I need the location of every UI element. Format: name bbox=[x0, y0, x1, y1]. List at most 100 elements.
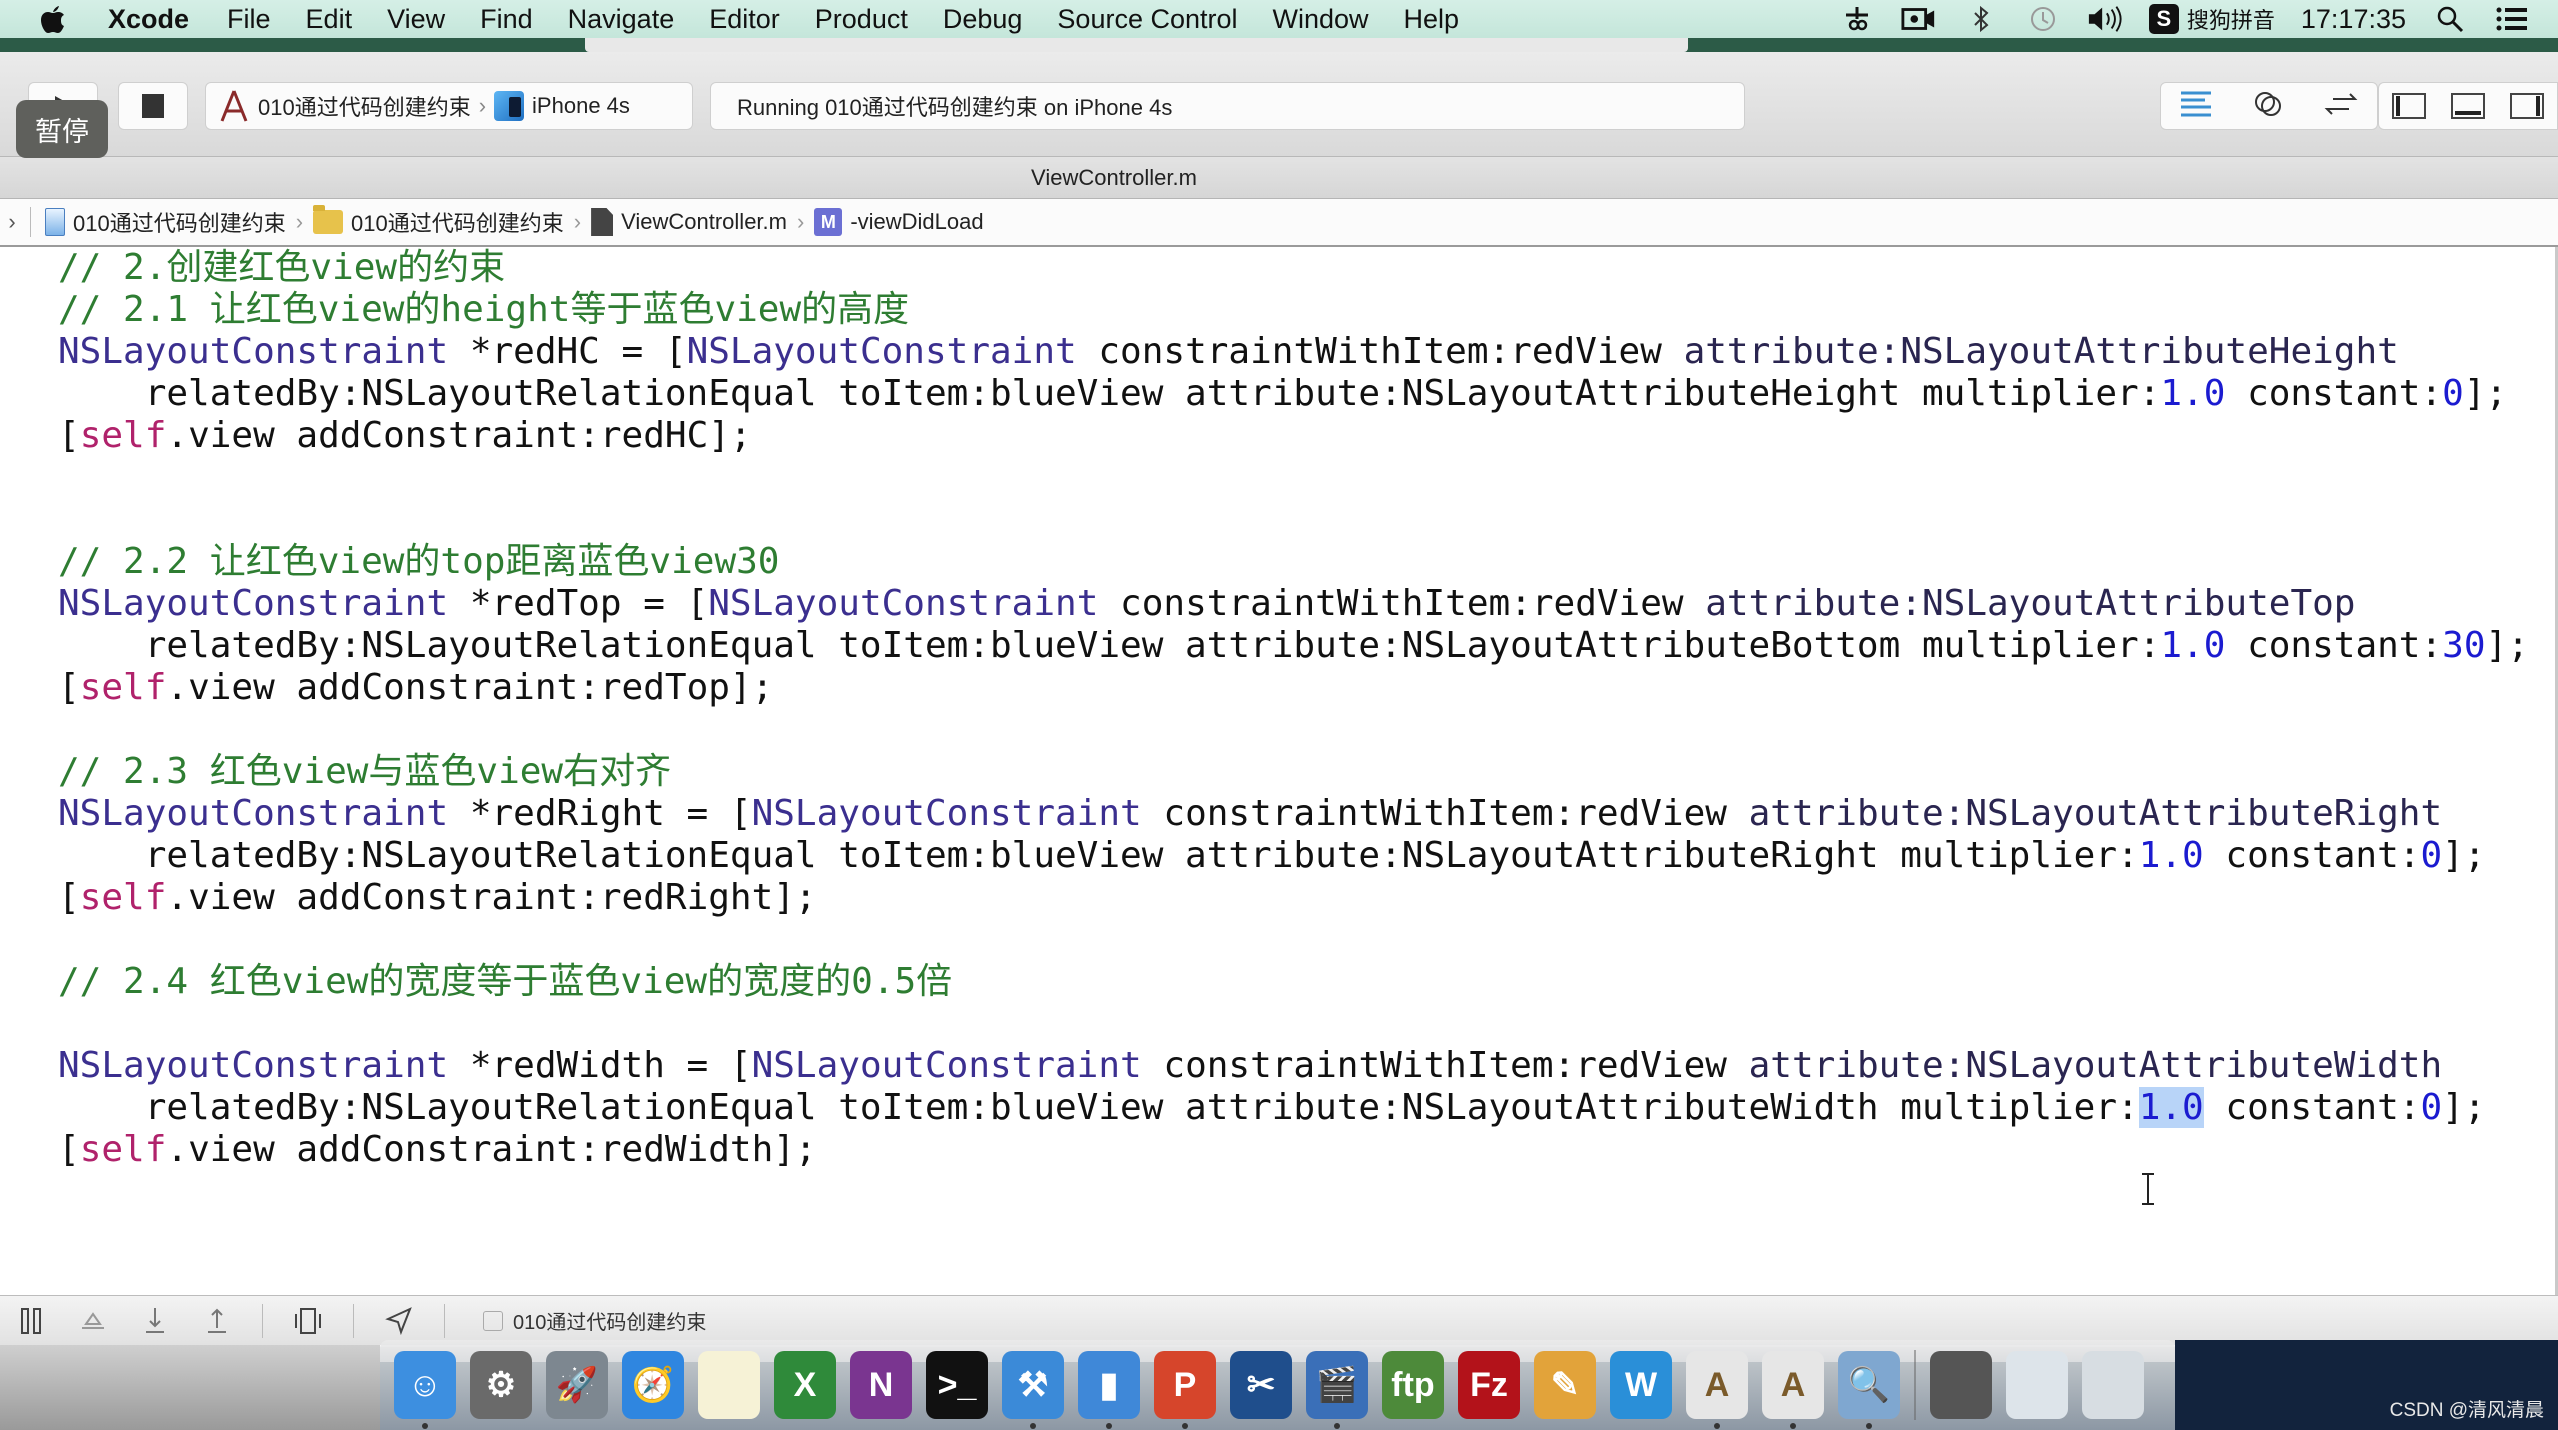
scissors-icon[interactable] bbox=[1839, 4, 1875, 34]
standard-editor-icon[interactable] bbox=[2179, 89, 2215, 124]
breadcrumb-project[interactable]: 010通过代码创建约束 bbox=[45, 206, 286, 238]
code-line[interactable]: [self.view addConstraint:redWidth]; bbox=[58, 1129, 2529, 1171]
code-line[interactable]: // 2.4 红色view的宽度等于蓝色view的宽度的0.5倍 bbox=[58, 961, 2529, 1003]
code-line[interactable]: relatedBy:NSLayoutRelationEqual toItem:b… bbox=[58, 625, 2529, 667]
dock-word-icon[interactable]: W bbox=[1610, 1351, 1672, 1419]
sogou-ime-icon[interactable]: S bbox=[2148, 4, 2179, 34]
code-line[interactable]: [self.view addConstraint:redRight]; bbox=[58, 877, 2529, 919]
dock-downloads-stack-icon[interactable] bbox=[2006, 1351, 2068, 1419]
dock-terminal-icon[interactable]: >_ bbox=[926, 1351, 988, 1419]
dock-finder-icon[interactable]: ☺ bbox=[394, 1351, 456, 1429]
jump-bar: › 010通过代码创建约束 › 010通过代码创建约束 › ViewContro… bbox=[0, 199, 2558, 247]
code-line[interactable]: // 2.3 红色view与蓝色view右对齐 bbox=[58, 751, 2529, 793]
menu-window[interactable]: Window bbox=[1273, 4, 1369, 35]
menu-debug[interactable]: Debug bbox=[943, 4, 1023, 35]
code-text[interactable]: // 2.创建红色view的约束// 2.1 让红色view的height等于蓝… bbox=[58, 247, 2529, 1171]
step-over-icon[interactable] bbox=[76, 1304, 110, 1338]
ime-label[interactable]: 搜狗拼音 bbox=[2187, 3, 2275, 35]
dock-system-preferences-icon[interactable]: ⚙ bbox=[470, 1351, 532, 1419]
navigator-panel-toggle-icon[interactable] bbox=[2391, 93, 2426, 119]
dock-safari-icon[interactable]: 🧭 bbox=[622, 1351, 684, 1419]
breadcrumb-file[interactable]: ViewController.m bbox=[591, 208, 787, 236]
dock-trash-icon[interactable] bbox=[2082, 1351, 2144, 1419]
menu-navigate[interactable]: Navigate bbox=[568, 4, 675, 35]
dock-pencil-app-icon[interactable]: ✎ bbox=[1534, 1351, 1596, 1419]
code-line[interactable]: relatedBy:NSLayoutRelationEqual toItem:b… bbox=[58, 1087, 2529, 1129]
menu-product[interactable]: Product bbox=[815, 4, 908, 35]
apple-menu-icon[interactable] bbox=[38, 3, 68, 35]
pause-badge[interactable]: 暂停 bbox=[16, 100, 108, 158]
menu-view[interactable]: View bbox=[387, 4, 445, 35]
utilities-panel-toggle-icon[interactable] bbox=[2510, 93, 2545, 119]
code-line[interactable] bbox=[58, 457, 2529, 499]
code-line[interactable]: NSLayoutConstraint *redHC = [NSLayoutCon… bbox=[58, 331, 2529, 373]
step-into-icon[interactable] bbox=[138, 1304, 172, 1338]
code-line[interactable] bbox=[58, 1003, 2529, 1045]
code-line[interactable]: // 2.1 让红色view的height等于蓝色view的高度 bbox=[58, 289, 2529, 331]
version-editor-icon[interactable] bbox=[2323, 89, 2359, 124]
bluetooth-icon[interactable] bbox=[1963, 4, 1999, 34]
toggle-breakpoints-icon[interactable] bbox=[14, 1304, 48, 1338]
menu-file[interactable]: File bbox=[227, 4, 271, 35]
tab-viewcontroller-m[interactable]: ViewController.m bbox=[1031, 165, 1197, 191]
menu-editor[interactable]: Editor bbox=[709, 4, 780, 35]
app-target-icon bbox=[218, 88, 250, 124]
code-token-comment: // 2.3 红色view与蓝色view右对齐 bbox=[58, 751, 672, 792]
code-line[interactable]: NSLayoutConstraint *redRight = [NSLayout… bbox=[58, 793, 2529, 835]
view-hierarchy-icon[interactable] bbox=[291, 1304, 325, 1338]
stop-button[interactable] bbox=[118, 82, 188, 130]
dock-excel-icon[interactable]: X bbox=[774, 1351, 836, 1419]
spotlight-search-icon[interactable] bbox=[2432, 4, 2468, 34]
dock-notes-icon[interactable] bbox=[698, 1351, 760, 1419]
code-line[interactable]: relatedBy:NSLayoutRelationEqual toItem:b… bbox=[58, 373, 2529, 415]
dock-ftp-client-icon[interactable]: ftp bbox=[1382, 1351, 1444, 1419]
dock-imovie-icon[interactable]: 🎬 bbox=[1306, 1351, 1368, 1429]
breadcrumb-method[interactable]: M -viewDidLoad bbox=[814, 208, 984, 236]
menu-edit[interactable]: Edit bbox=[306, 4, 353, 35]
dock-font-book-icon[interactable]: A bbox=[1686, 1351, 1748, 1429]
debug-target[interactable]: 010通过代码创建约束 bbox=[483, 1306, 706, 1335]
dock-filezilla-icon[interactable]: Fz bbox=[1458, 1351, 1520, 1419]
time-machine-icon[interactable] bbox=[2025, 4, 2061, 34]
code-line[interactable]: relatedBy:NSLayoutRelationEqual toItem:b… bbox=[58, 835, 2529, 877]
activity-viewer: Running 010通过代码创建约束 on iPhone 4s bbox=[710, 82, 1745, 130]
code-line[interactable]: NSLayoutConstraint *redWidth = [NSLayout… bbox=[58, 1045, 2529, 1087]
code-line[interactable] bbox=[58, 919, 2529, 961]
menu-find[interactable]: Find bbox=[480, 4, 533, 35]
dock-screen-recording-stack-icon[interactable] bbox=[1930, 1351, 1992, 1419]
code-line[interactable]: [self.view addConstraint:redHC]; bbox=[58, 415, 2529, 457]
dock-simulator-icon[interactable]: ▮ bbox=[1078, 1351, 1140, 1429]
breadcrumb-group[interactable]: 010通过代码创建约束 bbox=[313, 205, 564, 238]
step-out-icon[interactable] bbox=[200, 1304, 234, 1338]
code-line[interactable]: // 2.创建红色view的约束 bbox=[58, 247, 2529, 289]
menu-source-control[interactable]: Source Control bbox=[1057, 4, 1237, 35]
assistant-editor-icon[interactable] bbox=[2252, 88, 2286, 125]
dock-font-book-2-icon[interactable]: A bbox=[1762, 1351, 1824, 1429]
code-line[interactable]: [self.view addConstraint:redTop]; bbox=[58, 667, 2529, 709]
target-checkbox[interactable] bbox=[483, 1310, 503, 1331]
clock[interactable]: 17:17:35 bbox=[2301, 4, 2406, 35]
source-editor[interactable]: // 2.创建红色view的约束// 2.1 让红色view的height等于蓝… bbox=[0, 247, 2558, 1347]
menu-xcode[interactable]: Xcode bbox=[108, 4, 189, 35]
code-line[interactable]: // 2.2 让红色view的top距离蓝色view30 bbox=[58, 541, 2529, 583]
code-token-type: NSLayoutConstraint bbox=[58, 1045, 449, 1086]
screen-recorder-icon[interactable] bbox=[1901, 4, 1937, 34]
dock-preview-icon[interactable]: 🔍 bbox=[1838, 1351, 1900, 1429]
code-token-comment: // 2.1 让红色view的height等于蓝色view的高度 bbox=[58, 289, 910, 330]
code-line[interactable] bbox=[58, 709, 2529, 751]
code-line[interactable] bbox=[58, 499, 2529, 541]
notification-center-icon[interactable] bbox=[2494, 4, 2530, 34]
dock-launchpad-icon[interactable]: 🚀 bbox=[546, 1351, 608, 1419]
dock-screenshot-tool-icon[interactable]: ✂ bbox=[1230, 1351, 1292, 1419]
debug-panel-toggle-icon[interactable] bbox=[2450, 93, 2485, 119]
scheme-selector[interactable]: 010通过代码创建约束 › iPhone 4s bbox=[205, 82, 693, 130]
code-line[interactable]: NSLayoutConstraint *redTop = [NSLayoutCo… bbox=[58, 583, 2529, 625]
related-items-chevron-icon[interactable]: › bbox=[0, 209, 24, 235]
dock-onenote-icon[interactable]: N bbox=[850, 1351, 912, 1419]
menu-help[interactable]: Help bbox=[1404, 4, 1460, 35]
dock-xcode-icon[interactable]: ⚒ bbox=[1002, 1351, 1064, 1429]
dock-powerpoint-icon[interactable]: P bbox=[1154, 1351, 1216, 1429]
simulate-location-icon[interactable] bbox=[382, 1304, 416, 1338]
volume-icon[interactable] bbox=[2087, 4, 2123, 34]
device-name[interactable]: iPhone 4s bbox=[532, 93, 630, 119]
